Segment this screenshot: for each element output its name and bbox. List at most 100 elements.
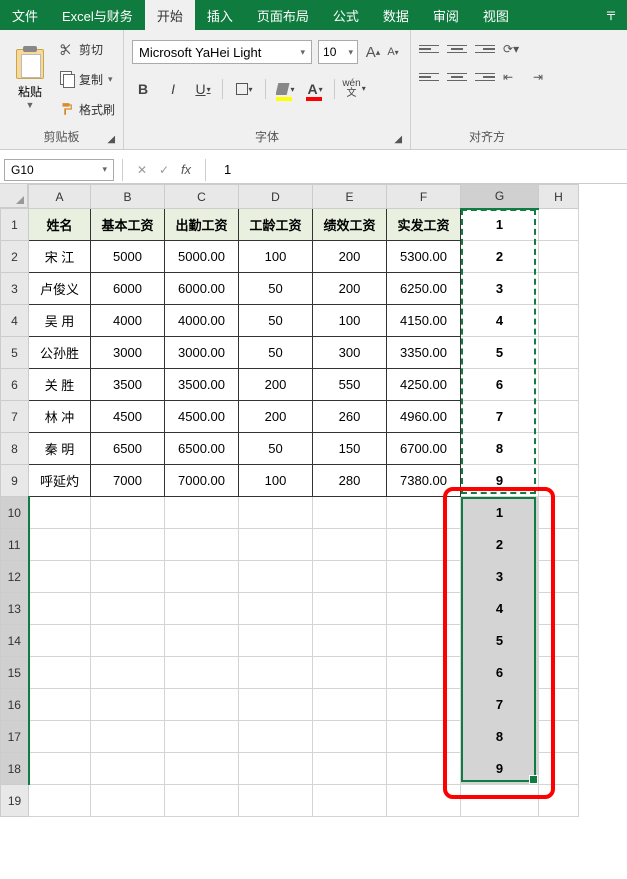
cell-G13[interactable]: 4 — [461, 593, 539, 625]
row-header-5[interactable]: 5 — [1, 337, 29, 369]
cell-E5[interactable]: 300 — [313, 337, 387, 369]
cell-D13[interactable] — [239, 593, 313, 625]
cell-A4[interactable]: 吴 用 — [29, 305, 91, 337]
cell-E1[interactable]: 绩效工资 — [313, 209, 387, 241]
cell-A18[interactable] — [29, 753, 91, 785]
cell-C4[interactable]: 4000.00 — [165, 305, 239, 337]
cell-A15[interactable] — [29, 657, 91, 689]
cell-A6[interactable]: 关 胜 — [29, 369, 91, 401]
cell-H4[interactable] — [539, 305, 579, 337]
cell-H10[interactable] — [539, 497, 579, 529]
cell-G11[interactable]: 2 — [461, 529, 539, 561]
cell-A19[interactable] — [29, 785, 91, 817]
underline-button[interactable]: U▾ — [192, 77, 214, 101]
cell-B13[interactable] — [91, 593, 165, 625]
cell-G12[interactable]: 3 — [461, 561, 539, 593]
cell-B19[interactable] — [91, 785, 165, 817]
cell-E18[interactable] — [313, 753, 387, 785]
cell-D18[interactable] — [239, 753, 313, 785]
cell-C12[interactable] — [165, 561, 239, 593]
cell-C7[interactable]: 4500.00 — [165, 401, 239, 433]
row-header-9[interactable]: 9 — [1, 465, 29, 497]
cell-E2[interactable]: 200 — [313, 241, 387, 273]
row-header-3[interactable]: 3 — [1, 273, 29, 305]
cell-F5[interactable]: 3350.00 — [387, 337, 461, 369]
cell-G8[interactable]: 8 — [461, 433, 539, 465]
align-middle-button[interactable] — [447, 40, 467, 58]
border-button[interactable]: ▾ — [231, 77, 257, 101]
formula-input[interactable]: 1 — [214, 162, 627, 177]
cell-E15[interactable] — [313, 657, 387, 689]
menu-tab-视图[interactable]: 视图 — [471, 0, 521, 30]
cell-F11[interactable] — [387, 529, 461, 561]
cell-H18[interactable] — [539, 753, 579, 785]
cell-F18[interactable] — [387, 753, 461, 785]
cell-F4[interactable]: 4150.00 — [387, 305, 461, 337]
row-header-10[interactable]: 10 — [1, 497, 29, 529]
cell-E4[interactable]: 100 — [313, 305, 387, 337]
cell-D9[interactable]: 100 — [239, 465, 313, 497]
cell-D8[interactable]: 50 — [239, 433, 313, 465]
cell-A3[interactable]: 卢俊义 — [29, 273, 91, 305]
cell-H15[interactable] — [539, 657, 579, 689]
menu-tab-Excel与财务[interactable]: Excel与财务 — [50, 0, 145, 30]
cell-H14[interactable] — [539, 625, 579, 657]
cell-H2[interactable] — [539, 241, 579, 273]
cell-H16[interactable] — [539, 689, 579, 721]
copy-button[interactable]: 复制 ▾ — [58, 67, 115, 91]
row-header-2[interactable]: 2 — [1, 241, 29, 273]
row-header-6[interactable]: 6 — [1, 369, 29, 401]
cell-H7[interactable] — [539, 401, 579, 433]
row-header-15[interactable]: 15 — [1, 657, 29, 689]
cell-C19[interactable] — [165, 785, 239, 817]
cell-D6[interactable]: 200 — [239, 369, 313, 401]
cell-D12[interactable] — [239, 561, 313, 593]
cell-B10[interactable] — [91, 497, 165, 529]
fill-color-button[interactable]: ▾ — [274, 77, 296, 101]
cell-H3[interactable] — [539, 273, 579, 305]
row-header-1[interactable]: 1 — [1, 209, 29, 241]
cell-B7[interactable]: 4500 — [91, 401, 165, 433]
cell-A9[interactable]: 呼延灼 — [29, 465, 91, 497]
cell-G5[interactable]: 5 — [461, 337, 539, 369]
menu-tab-审阅[interactable]: 审阅 — [421, 0, 471, 30]
cell-B6[interactable]: 3500 — [91, 369, 165, 401]
cell-G1[interactable]: 1 — [461, 209, 539, 241]
cell-A16[interactable] — [29, 689, 91, 721]
cell-A12[interactable] — [29, 561, 91, 593]
cell-C11[interactable] — [165, 529, 239, 561]
row-header-19[interactable]: 19 — [1, 785, 29, 817]
cell-F1[interactable]: 实发工资 — [387, 209, 461, 241]
cell-F17[interactable] — [387, 721, 461, 753]
cell-B4[interactable]: 4000 — [91, 305, 165, 337]
cell-G17[interactable]: 8 — [461, 721, 539, 753]
cell-G10[interactable]: 1 — [461, 497, 539, 529]
cell-E17[interactable] — [313, 721, 387, 753]
cell-B15[interactable] — [91, 657, 165, 689]
row-header-16[interactable]: 16 — [1, 689, 29, 721]
font-size-select[interactable]: 10 ▾ — [318, 40, 358, 64]
cell-F10[interactable] — [387, 497, 461, 529]
cell-G18[interactable]: 9 — [461, 753, 539, 785]
cell-F7[interactable]: 4960.00 — [387, 401, 461, 433]
cell-E11[interactable] — [313, 529, 387, 561]
cell-F13[interactable] — [387, 593, 461, 625]
paste-button[interactable]: 粘贴 ▼ — [8, 34, 52, 124]
cancel-button[interactable]: ✕ — [131, 159, 153, 181]
font-name-select[interactable]: Microsoft YaHei Light ▾ — [132, 40, 312, 64]
col-header-D[interactable]: D — [239, 185, 313, 209]
align-top-button[interactable] — [419, 40, 439, 58]
cell-E14[interactable] — [313, 625, 387, 657]
cell-F8[interactable]: 6700.00 — [387, 433, 461, 465]
row-header-13[interactable]: 13 — [1, 593, 29, 625]
orientation-button[interactable]: ⟳▾ — [503, 40, 525, 58]
cell-C1[interactable]: 出勤工资 — [165, 209, 239, 241]
font-color-button[interactable]: A▾ — [304, 77, 326, 101]
cell-D10[interactable] — [239, 497, 313, 529]
dialog-launcher-icon[interactable]: ◢ — [394, 134, 402, 145]
cell-F16[interactable] — [387, 689, 461, 721]
cell-D2[interactable]: 100 — [239, 241, 313, 273]
cell-A7[interactable]: 林 冲 — [29, 401, 91, 433]
cell-D17[interactable] — [239, 721, 313, 753]
cell-B11[interactable] — [91, 529, 165, 561]
